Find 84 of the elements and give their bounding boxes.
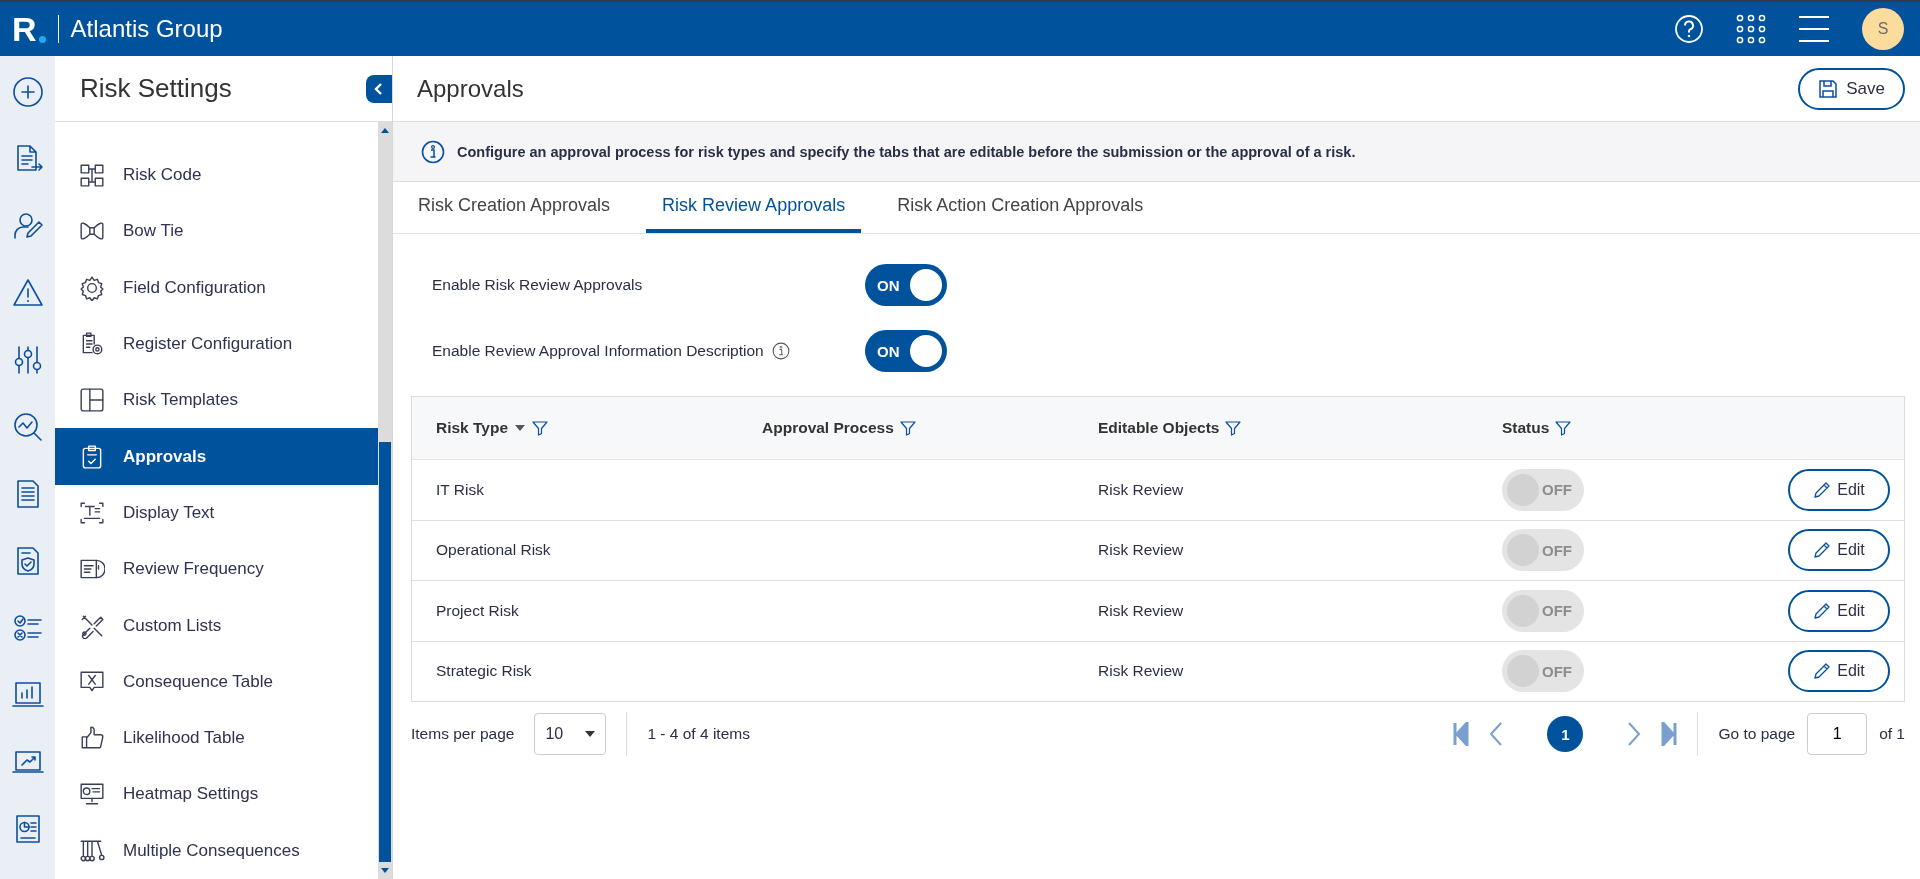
table-cell: Operational Risk <box>436 541 551 560</box>
tab[interactable]: Risk Action Creation Approvals <box>881 182 1160 233</box>
first-page-icon[interactable] <box>1453 722 1470 746</box>
menu-item[interactable]: Heatmap Settings <box>55 766 378 823</box>
menu-item[interactable]: Bow Tie <box>55 203 378 260</box>
column-header[interactable]: Status <box>1502 419 1550 437</box>
pencil-icon <box>1813 480 1832 499</box>
table-cell: Risk Review <box>1098 662 1184 681</box>
column-header[interactable]: Risk Type <box>436 419 509 437</box>
add-icon[interactable] <box>11 76 44 108</box>
previous-page-icon[interactable] <box>1489 722 1504 746</box>
panel-title: Risk Settings <box>79 73 232 104</box>
filter-icon[interactable] <box>1225 420 1242 436</box>
menu-item[interactable]: Consequence Table <box>55 653 378 710</box>
menu-item[interactable]: Multiple Consequences <box>55 822 378 879</box>
info-icon <box>421 139 445 164</box>
column-header[interactable]: Editable Objects <box>1098 419 1220 437</box>
toggle-switch: OFF <box>1502 650 1584 693</box>
table-cell: Risk Review <box>1098 541 1184 560</box>
toggle-switch: OFF <box>1502 468 1584 511</box>
setting-label: Enable Review Approval Information Description <box>432 342 764 360</box>
filter-icon[interactable] <box>532 420 549 436</box>
setting-label: Enable Risk Review Approvals <box>432 276 643 294</box>
table-cell: IT Risk <box>436 480 484 499</box>
item-range: 1 - 4 of 4 items <box>647 725 750 743</box>
filter-icon[interactable] <box>899 420 916 436</box>
table-cell: Strategic Risk <box>436 662 532 681</box>
page-input[interactable]: 1 <box>1807 713 1868 755</box>
toggle-switch[interactable]: ON <box>865 264 947 306</box>
menu-item[interactable]: Field Configuration <box>55 259 378 316</box>
apps-grid-icon[interactable] <box>1736 14 1766 44</box>
table-cell: Project Risk <box>436 601 519 620</box>
menu-item[interactable]: Custom Lists <box>55 597 378 654</box>
menu-item[interactable]: Display Text <box>55 484 378 542</box>
info-text: Configure an approval process for risk types and specify the tabs that are editable before the submission or the approval of a risk. <box>457 143 1356 160</box>
pencil-icon <box>1813 662 1832 681</box>
last-page-icon[interactable] <box>1661 722 1678 746</box>
numbered-grid-icon <box>79 162 105 189</box>
table-cell: Risk Review <box>1098 480 1184 499</box>
tab[interactable]: Risk Review Approvals <box>646 182 862 233</box>
table-cell: Risk Review <box>1098 601 1184 620</box>
save-button[interactable]: Save <box>1798 67 1905 110</box>
logo[interactable]: R <box>12 12 46 46</box>
tab[interactable]: Risk Creation Approvals <box>418 182 627 233</box>
info-icon[interactable] <box>771 342 790 360</box>
pencil-icon <box>1813 541 1832 560</box>
page-size-dropdown[interactable]: 10 <box>534 713 607 755</box>
caret-icon <box>585 730 596 738</box>
warning-icon[interactable] <box>11 277 44 309</box>
chevron-left-icon <box>373 81 385 96</box>
collapse-button[interactable] <box>366 74 392 103</box>
menu-icon[interactable] <box>1798 15 1830 43</box>
go-to-page-label: Go to page <box>1718 725 1796 743</box>
edit-button[interactable]: Edit <box>1788 468 1890 511</box>
page-title: Approvals <box>417 74 524 103</box>
menu-item[interactable]: Risk Code <box>55 147 378 204</box>
edit-button[interactable]: Edit <box>1788 589 1890 632</box>
items-per-page-label: Items per page <box>411 725 515 743</box>
toggle-switch: OFF <box>1502 589 1584 632</box>
toggle-switch[interactable]: ON <box>865 330 947 372</box>
menu-item[interactable]: Review Frequency <box>55 541 378 598</box>
page-count: of 1 <box>1879 725 1905 743</box>
user-avatar[interactable]: S <box>1862 8 1904 50</box>
scrollbar[interactable] <box>378 122 392 879</box>
help-icon[interactable] <box>1674 14 1704 44</box>
sort-descending-icon[interactable] <box>514 423 527 433</box>
pencil-icon <box>1813 601 1832 620</box>
menu-item[interactable]: Risk Templates <box>55 372 378 429</box>
page-number[interactable]: 1 <box>1547 716 1584 752</box>
edit-button[interactable]: Edit <box>1788 529 1890 572</box>
filter-icon[interactable] <box>1555 420 1572 436</box>
checklist-icon[interactable] <box>11 612 44 644</box>
layout-icon <box>79 387 105 414</box>
user-edit-icon[interactable] <box>11 210 44 242</box>
menu-item[interactable]: Likelihood Table <box>55 709 378 767</box>
menu-item[interactable]: Register Configuration <box>55 315 378 373</box>
edit-button[interactable]: Edit <box>1788 650 1890 693</box>
gear-icon <box>79 274 105 301</box>
next-page-icon[interactable] <box>1627 722 1642 746</box>
magnifier-chart-icon[interactable] <box>11 411 44 443</box>
organization-name: Atlantis Group <box>70 15 223 43</box>
menu-item[interactable]: Approvals <box>55 428 378 485</box>
column-header[interactable]: Approval Process <box>762 419 894 437</box>
toggle-switch: OFF <box>1502 529 1584 572</box>
